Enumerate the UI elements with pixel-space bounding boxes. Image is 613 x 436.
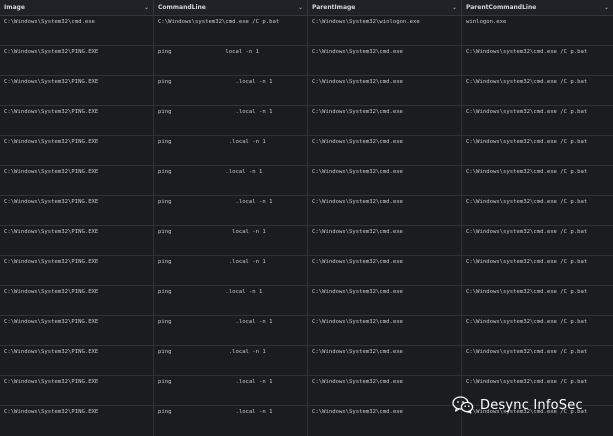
column-header-parent-command-line[interactable]: ParentCommandLine ⌄ bbox=[462, 0, 613, 15]
cell-parent-image: C:\Windows\System32\cmd.exe bbox=[308, 106, 462, 136]
cell-parent-command-line: C:\Windows\system32\cmd.exe /C p.bat bbox=[466, 349, 588, 355]
cell-command-line: ping .local -n 1 bbox=[154, 316, 308, 346]
cell-image: C:\Windows\System32\PING.EXE bbox=[0, 316, 154, 346]
table-row[interactable]: C:\Windows\System32\PING.EXE ping .local… bbox=[0, 286, 613, 316]
cell-parent-image: C:\Windows\System32\cmd.exe bbox=[308, 166, 462, 196]
cell-command-line: ping .local -n 1 bbox=[154, 136, 308, 166]
cell-parent-image: C:\Windows\System32\cmd.exe bbox=[308, 76, 462, 106]
cell-image: C:\Windows\System32\PING.EXE bbox=[0, 76, 154, 106]
cell-parent-command-line: winlogon.exe bbox=[466, 19, 507, 25]
column-header-image[interactable]: Image ⌄ bbox=[0, 0, 154, 15]
table-row[interactable]: C:\Windows\System32\PING.EXE ping .local… bbox=[0, 346, 613, 376]
cell-image: C:\Windows\System32\PING.EXE bbox=[0, 106, 154, 136]
table-row[interactable]: C:\Windows\System32\cmd.exe C:\Windows\s… bbox=[0, 16, 613, 46]
cell-command-line: ping .local -n 1 bbox=[154, 286, 308, 316]
cell-image: C:\Windows\System32\PING.EXE bbox=[0, 226, 154, 256]
cell-image: C:\Windows\System32\PING.EXE bbox=[0, 406, 154, 436]
chevron-down-icon[interactable]: ⌄ bbox=[144, 0, 149, 15]
table-row[interactable]: C:\Windows\System32\PING.EXE ping .local… bbox=[0, 256, 613, 286]
cell-parent-image: C:\Windows\System32\cmd.exe bbox=[308, 286, 462, 316]
table-row[interactable]: C:\Windows\System32\PING.EXE ping local … bbox=[0, 226, 613, 256]
cell-command-line: ping .local -n 1 bbox=[154, 106, 308, 136]
column-header-label: CommandLine bbox=[158, 4, 206, 11]
table-row[interactable]: C:\Windows\System32\PING.EXE ping .local… bbox=[0, 76, 613, 106]
cell-parent-command-line: C:\Windows\system32\cmd.exe /C p.bat bbox=[466, 259, 588, 265]
cell-command-line: C:\Windows\system32\cmd.exe /C p.bat bbox=[154, 16, 308, 46]
cell-parent-image: C:\Windows\System32\cmd.exe bbox=[308, 376, 462, 406]
cell-image: C:\Windows\System32\PING.EXE bbox=[0, 166, 154, 196]
cell-image: C:\Windows\System32\PING.EXE bbox=[0, 286, 154, 316]
cell-parent-image: C:\Windows\System32\cmd.exe bbox=[308, 46, 462, 76]
grid-header: Image ⌄ CommandLine ⌄ ParentImage ⌄ Pare… bbox=[0, 0, 613, 16]
column-header-label: ParentCommandLine bbox=[466, 4, 537, 11]
cell-parent-command-line: C:\Windows\system32\cmd.exe /C p.bat bbox=[466, 169, 588, 175]
cell-parent-image: C:\Windows\System32\cmd.exe bbox=[308, 316, 462, 346]
results-grid: Image ⌄ CommandLine ⌄ ParentImage ⌄ Pare… bbox=[0, 0, 613, 436]
cell-parent-image: C:\Windows\System32\cmd.exe bbox=[308, 226, 462, 256]
cell-command-line: ping local -n 1 bbox=[154, 46, 308, 76]
cell-parent-command-line: C:\Windows\system32\cmd.exe /C p.bat bbox=[466, 319, 588, 325]
cell-parent-command-line: C:\Windows\system32\cmd.exe /C p.bat bbox=[466, 229, 588, 235]
column-header-command-line[interactable]: CommandLine ⌄ bbox=[154, 0, 308, 15]
wechat-icon bbox=[452, 396, 474, 414]
cell-parent-image: C:\Windows\System32\cmd.exe bbox=[308, 406, 462, 436]
cell-parent-image: C:\Windows\System32\cmd.exe bbox=[308, 136, 462, 166]
table-row[interactable]: C:\Windows\System32\PING.EXE ping .local… bbox=[0, 166, 613, 196]
cell-parent-image: C:\Windows\System32\cmd.exe bbox=[308, 256, 462, 286]
cell-parent-image: C:\Windows\System32\winlogon.exe bbox=[308, 16, 462, 46]
column-header-label: ParentImage bbox=[312, 4, 356, 11]
table-row[interactable]: C:\Windows\System32\PING.EXE ping .local… bbox=[0, 196, 613, 226]
cell-command-line: ping .local -n 1 bbox=[154, 256, 308, 286]
cell-command-line: ping .local -n 1 bbox=[154, 196, 308, 226]
cell-image: C:\Windows\System32\PING.EXE bbox=[0, 136, 154, 166]
cell-parent-command-line: C:\Windows\system32\cmd.exe /C p.bat bbox=[466, 109, 588, 115]
cell-command-line: ping .local -n 1 bbox=[154, 376, 308, 406]
table-row[interactable]: C:\Windows\System32\PING.EXE ping .local… bbox=[0, 136, 613, 166]
cell-parent-command-line: C:\Windows\system32\cmd.exe /C p.bat bbox=[466, 199, 588, 205]
cell-parent-command-line: C:\Windows\system32\cmd.exe /C p.bat bbox=[466, 49, 588, 55]
cell-image: C:\Windows\System32\PING.EXE bbox=[0, 346, 154, 376]
cell-parent-image: C:\Windows\System32\cmd.exe bbox=[308, 196, 462, 226]
cell-image: C:\Windows\System32\PING.EXE bbox=[0, 256, 154, 286]
chevron-down-icon[interactable]: ⌄ bbox=[604, 0, 609, 15]
chevron-down-icon[interactable]: ⌄ bbox=[298, 0, 303, 15]
cell-image: C:\Windows\System32\PING.EXE bbox=[0, 196, 154, 226]
cell-command-line: ping .local -n 1 bbox=[154, 406, 308, 436]
cell-command-line: ping .local -n 1 bbox=[154, 76, 308, 106]
table-row[interactable]: C:\Windows\System32\PING.EXE ping local … bbox=[0, 46, 613, 76]
cell-parent-image: C:\Windows\System32\cmd.exe bbox=[308, 346, 462, 376]
cell-parent-command-line: C:\Windows\system32\cmd.exe /C p.bat bbox=[466, 79, 588, 85]
cell-image: C:\Windows\System32\PING.EXE bbox=[0, 46, 154, 76]
cell-command-line: ping .local -n 1 bbox=[154, 166, 308, 196]
column-header-label: Image bbox=[4, 4, 25, 11]
cell-image: C:\Windows\System32\PING.EXE bbox=[0, 376, 154, 406]
cell-parent-command-line: C:\Windows\system32\cmd.exe /C p.bat bbox=[466, 139, 588, 145]
chevron-down-icon[interactable]: ⌄ bbox=[452, 0, 457, 15]
column-header-parent-image[interactable]: ParentImage ⌄ bbox=[308, 0, 462, 15]
cell-command-line: ping .local -n 1 bbox=[154, 346, 308, 376]
table-row[interactable]: C:\Windows\System32\PING.EXE ping .local… bbox=[0, 106, 613, 136]
watermark-text: Desync InfoSec bbox=[480, 397, 583, 413]
cell-image: C:\Windows\System32\cmd.exe bbox=[0, 16, 154, 46]
watermark: Desync InfoSec bbox=[452, 392, 612, 418]
table-row[interactable]: C:\Windows\System32\PING.EXE ping .local… bbox=[0, 316, 613, 346]
cell-parent-command-line: C:\Windows\system32\cmd.exe /C p.bat bbox=[466, 289, 588, 295]
cell-command-line: ping local -n 1 bbox=[154, 226, 308, 256]
